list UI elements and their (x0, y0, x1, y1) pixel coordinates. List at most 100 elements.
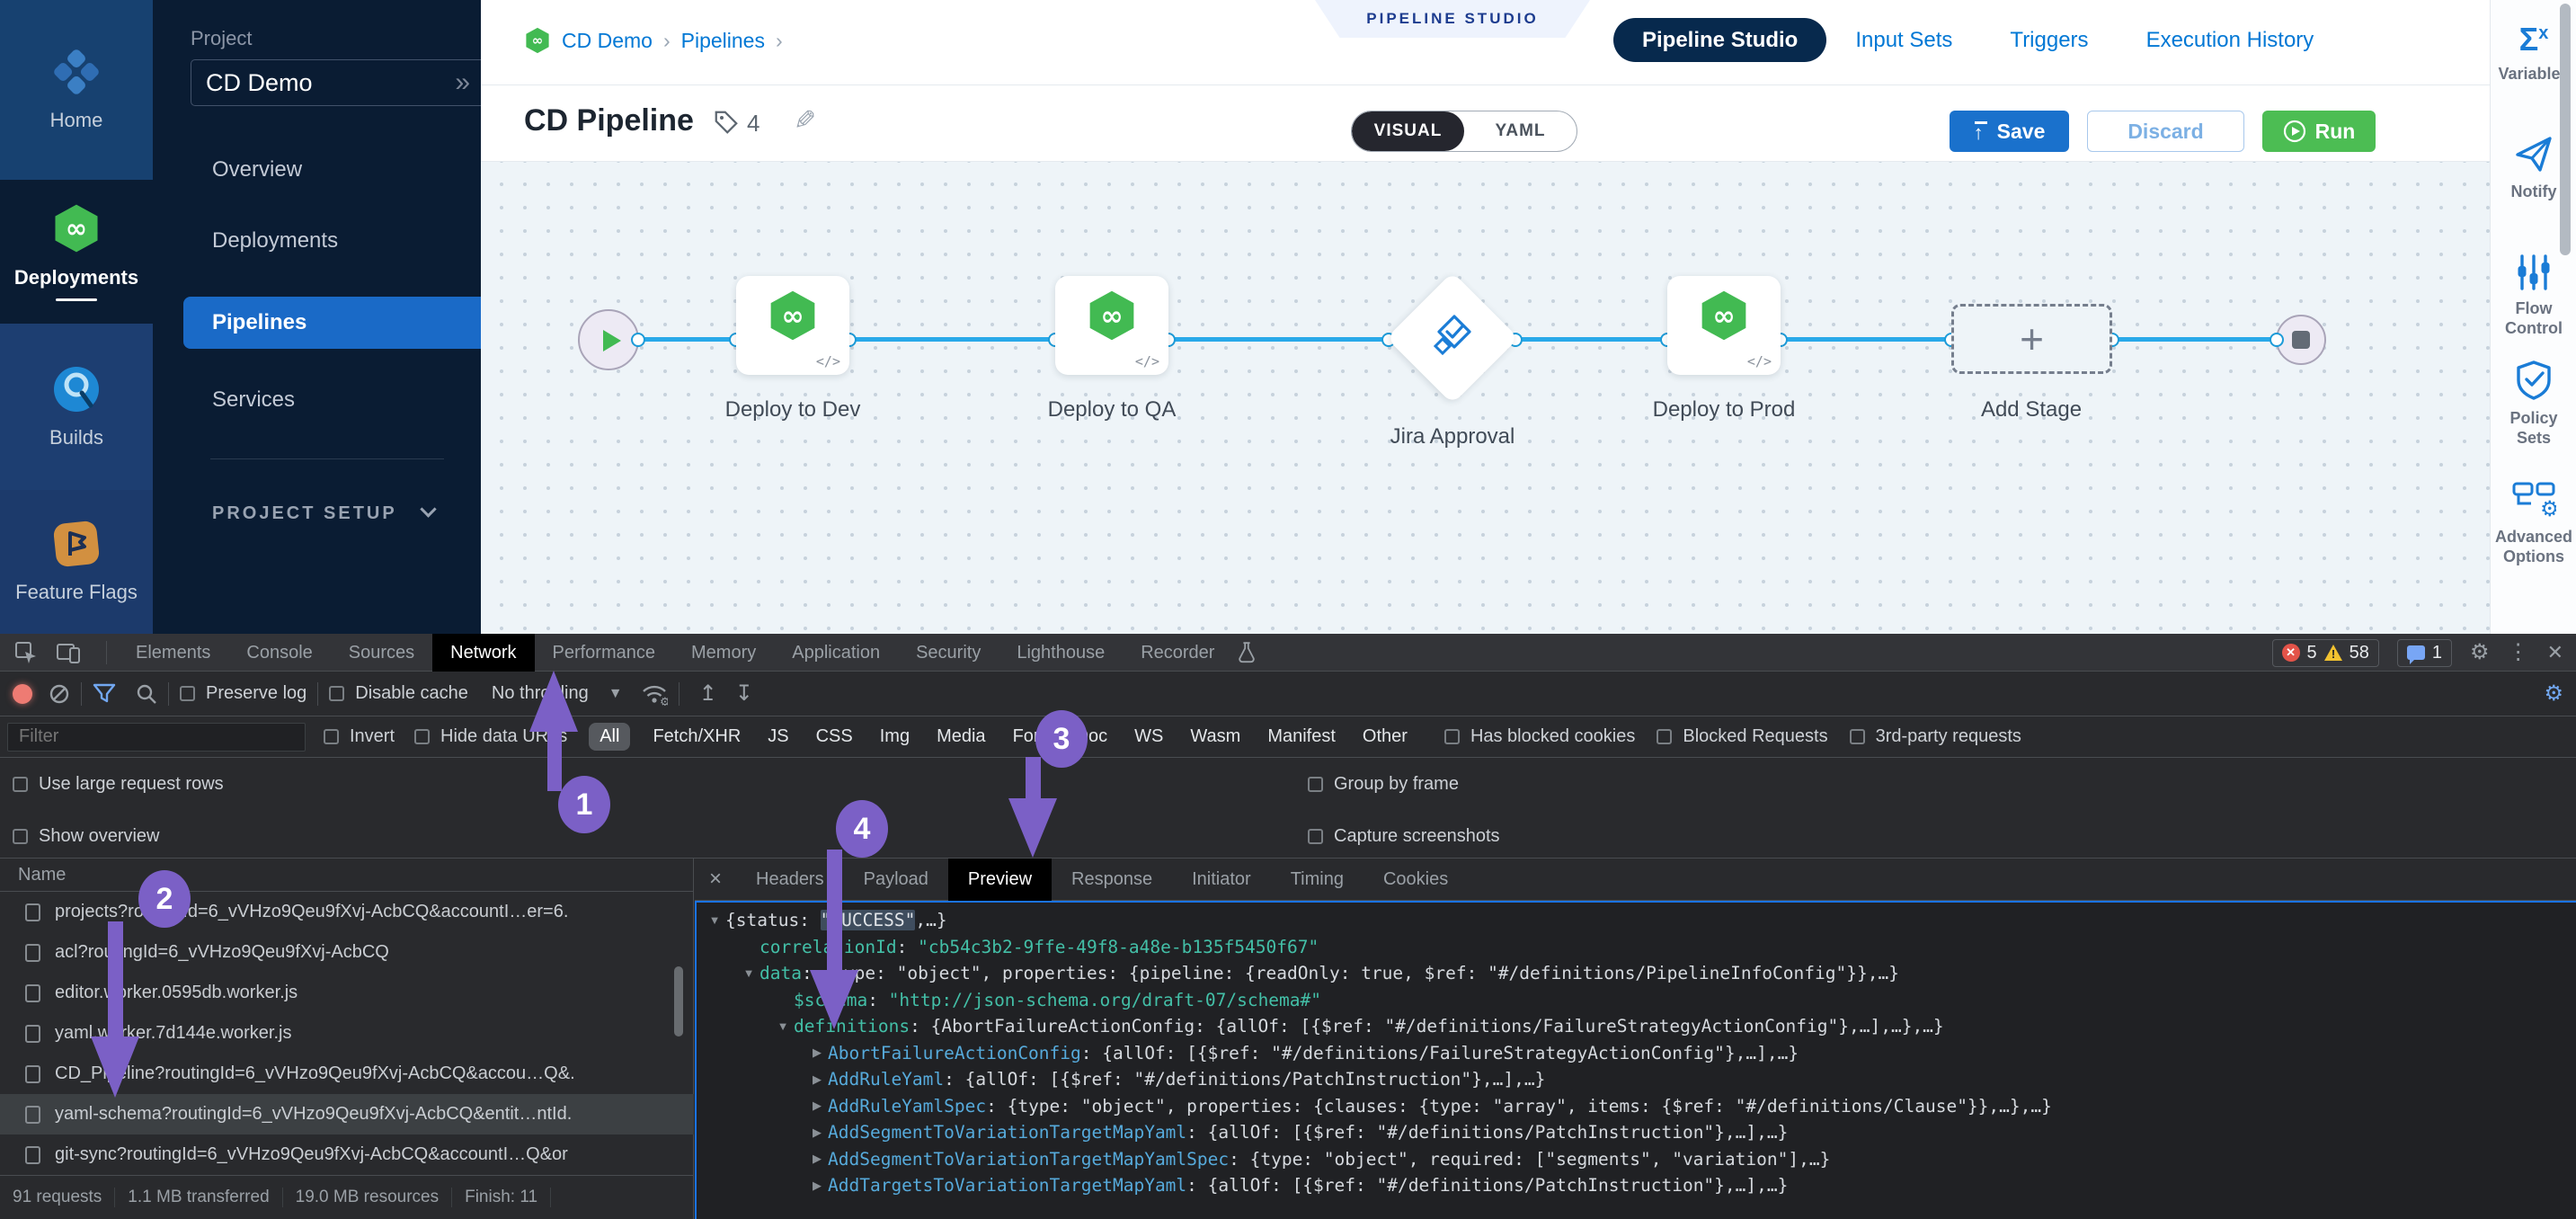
json-tree-line[interactable]: ▶AddRuleYaml: {allOf: [{$ref: "#/definit… (697, 1066, 2576, 1093)
add-stage-button[interactable]: + (1951, 304, 2112, 374)
clear-network-log-icon[interactable] (49, 683, 70, 705)
disable-cache-toggle[interactable]: Disable cache (329, 683, 468, 704)
export-har-icon[interactable]: ↧ (735, 681, 753, 707)
sidebar-item-deployments[interactable]: Deployments (153, 215, 481, 267)
devtools-settings-icon[interactable]: ⚙ (2470, 642, 2490, 663)
show-overview-toggle[interactable]: Show overview (13, 826, 160, 847)
save-button[interactable]: Save (1950, 111, 2069, 152)
devtools-tab-console[interactable]: Console (228, 634, 330, 672)
detail-tab-timing[interactable]: Timing (1271, 859, 1364, 901)
json-tree-line[interactable]: ▼definitions: {AbortFailureActionConfig:… (697, 1013, 2576, 1040)
devtools-tab-lighthouse[interactable]: Lighthouse (999, 634, 1123, 672)
request-row[interactable]: git-sync?routingId=6_vVHzo9Qeu9fXvj-AcbC… (0, 1134, 694, 1175)
invert-toggle[interactable]: Invert (324, 726, 395, 747)
toggle-yaml[interactable]: YAML (1464, 111, 1577, 151)
page-scrollbar[interactable] (2560, 4, 2571, 255)
devtools-tab-sources[interactable]: Sources (331, 634, 432, 672)
toolrail-advanced-options[interactable]: ⚙ Advanced Options (2491, 478, 2576, 566)
network-settings-icon[interactable]: ⚙ (2544, 681, 2563, 707)
json-tree-line[interactable]: $schema: "http://json-schema.org/draft-0… (697, 987, 2576, 1014)
expander-open-icon[interactable]: ▼ (738, 966, 759, 980)
stage-node-deploy-to-dev[interactable]: ∞</> (736, 276, 849, 375)
devtools-menu-icon[interactable]: ⋮ (2508, 642, 2529, 663)
devtools-tab-recorder[interactable]: Recorder (1123, 634, 1232, 672)
pipeline-canvas[interactable]: ∞</>Deploy to Dev∞</>Deploy to QAJira Ap… (481, 162, 2490, 634)
discard-button[interactable]: Discard (2087, 111, 2244, 152)
rail-item-deployments[interactable]: ∞ Deployments (0, 180, 153, 324)
toolrail-flow-control[interactable]: Flow Control (2491, 254, 2576, 338)
project-setup-section[interactable]: PROJECT SETUP (212, 503, 397, 524)
expander-closed-icon[interactable]: ▶ (806, 1126, 828, 1140)
json-tree-line[interactable]: ▼data: {type: "object", properties: {pip… (697, 960, 2576, 987)
filter-icon[interactable] (93, 683, 116, 705)
preserve-log-checkbox[interactable] (180, 686, 195, 701)
toggle-visual[interactable]: VISUAL (1352, 111, 1464, 151)
devtools-tab-memory[interactable]: Memory (673, 634, 774, 672)
detail-tab-cookies[interactable]: Cookies (1364, 859, 1468, 901)
tab-pipeline-studio[interactable]: Pipeline Studio (1613, 18, 1826, 62)
detail-tab-response[interactable]: Response (1052, 859, 1172, 901)
tab-triggers[interactable]: Triggers (1981, 18, 2117, 62)
expander-closed-icon[interactable]: ▶ (806, 1099, 828, 1113)
tab-execution-history[interactable]: Execution History (2118, 18, 2343, 62)
resource-filter-other[interactable]: Other (1363, 726, 1408, 747)
json-tree-line[interactable]: ▼{status: "SUCCESS",…} (697, 907, 2576, 934)
expander-closed-icon[interactable]: ▶ (806, 1152, 828, 1166)
detail-tab-initiator[interactable]: Initiator (1172, 859, 1271, 901)
disable-cache-checkbox[interactable] (329, 686, 344, 701)
record-network-log-icon[interactable] (13, 684, 32, 704)
rail-item-feature-flags[interactable]: Feature Flags (0, 490, 153, 634)
resource-filter-wasm[interactable]: Wasm (1190, 726, 1240, 747)
devtools-tab-security[interactable]: Security (898, 634, 999, 672)
preview-json-tree[interactable]: ▼{status: "SUCCESS",…}correlationId: "cb… (695, 901, 2576, 1219)
json-tree-line[interactable]: ▶AddSegmentToVariationTargetMapYamlSpec:… (697, 1146, 2576, 1173)
json-tree-line[interactable]: ▶AddRuleYamlSpec: {type: "object", prope… (697, 1093, 2576, 1120)
sidebar-item-overview[interactable]: Overview (153, 144, 481, 196)
json-tree-line[interactable]: ▶AddTargetsToVariationTargetMapYaml: {al… (697, 1172, 2576, 1199)
toolrail-policy-sets[interactable]: Policy Sets (2491, 360, 2576, 448)
inspect-element-icon[interactable] (14, 641, 38, 664)
devtools-tab-elements[interactable]: Elements (118, 634, 228, 672)
edit-pipeline-icon[interactable]: ✎ (794, 105, 816, 137)
expander-closed-icon[interactable]: ▶ (806, 1072, 828, 1087)
devtools-tab-network[interactable]: Network (432, 634, 534, 672)
expand-project-icon[interactable]: » (455, 69, 470, 96)
tab-input-sets[interactable]: Input Sets (1826, 18, 1981, 62)
console-errors-badge[interactable]: ✕ 5 ! 58 (2272, 639, 2379, 667)
sidebar-item-services[interactable]: Services (153, 374, 481, 426)
search-icon[interactable] (136, 683, 157, 705)
devtools-tab-application[interactable]: Application (774, 634, 898, 672)
capture-screenshots-toggle[interactable]: Capture screenshots (1308, 826, 1500, 847)
expander-open-icon[interactable]: ▼ (704, 913, 725, 927)
pipeline-start-node[interactable] (578, 309, 639, 370)
devtools-close-icon[interactable]: ✕ (2547, 643, 2563, 663)
stage-node-deploy-to-qa[interactable]: ∞</> (1055, 276, 1168, 375)
visual-yaml-toggle[interactable]: VISUAL YAML (1351, 111, 1577, 152)
network-filter-input[interactable] (7, 723, 306, 752)
resource-filter-js[interactable]: JS (768, 726, 788, 747)
import-har-icon[interactable]: ↥ (699, 681, 717, 707)
resource-filter-fetch-xhr[interactable]: Fetch/XHR (653, 726, 741, 747)
has-blocked-cookies-toggle[interactable]: Has blocked cookies (1444, 726, 1635, 747)
project-selector[interactable]: CD Demo » (191, 59, 485, 106)
rail-item-builds[interactable]: Builds (0, 324, 153, 490)
resource-filter-media[interactable]: Media (937, 726, 985, 747)
request-list-header[interactable]: Name (0, 859, 694, 892)
tags-icon[interactable] (713, 109, 740, 136)
breadcrumb-pipelines[interactable]: Pipelines (681, 29, 765, 53)
detail-tab-preview[interactable]: Preview (948, 859, 1052, 901)
resource-filter-css[interactable]: CSS (816, 726, 853, 747)
resource-filter-all[interactable]: All (589, 723, 630, 751)
close-detail-icon[interactable]: × (695, 867, 736, 892)
sidebar-item-pipelines[interactable]: Pipelines (183, 297, 481, 349)
network-conditions-icon[interactable]: ⚙ (641, 682, 668, 706)
stage-node-deploy-to-prod[interactable]: ∞</> (1667, 276, 1781, 375)
json-tree-line[interactable]: correlationId: "cb54c3b2-9ffe-49f8-a48e-… (697, 934, 2576, 961)
third-party-requests-toggle[interactable]: 3rd-party requests (1850, 726, 2021, 747)
preserve-log-toggle[interactable]: Preserve log (180, 683, 306, 704)
json-tree-line[interactable]: ▶AbortFailureActionConfig: {allOf: [{$re… (697, 1040, 2576, 1067)
resource-filter-ws[interactable]: WS (1134, 726, 1163, 747)
use-large-request-rows-toggle[interactable]: Use large request rows (13, 774, 224, 795)
expander-closed-icon[interactable]: ▶ (806, 1045, 828, 1060)
chevron-down-icon[interactable] (420, 501, 436, 517)
